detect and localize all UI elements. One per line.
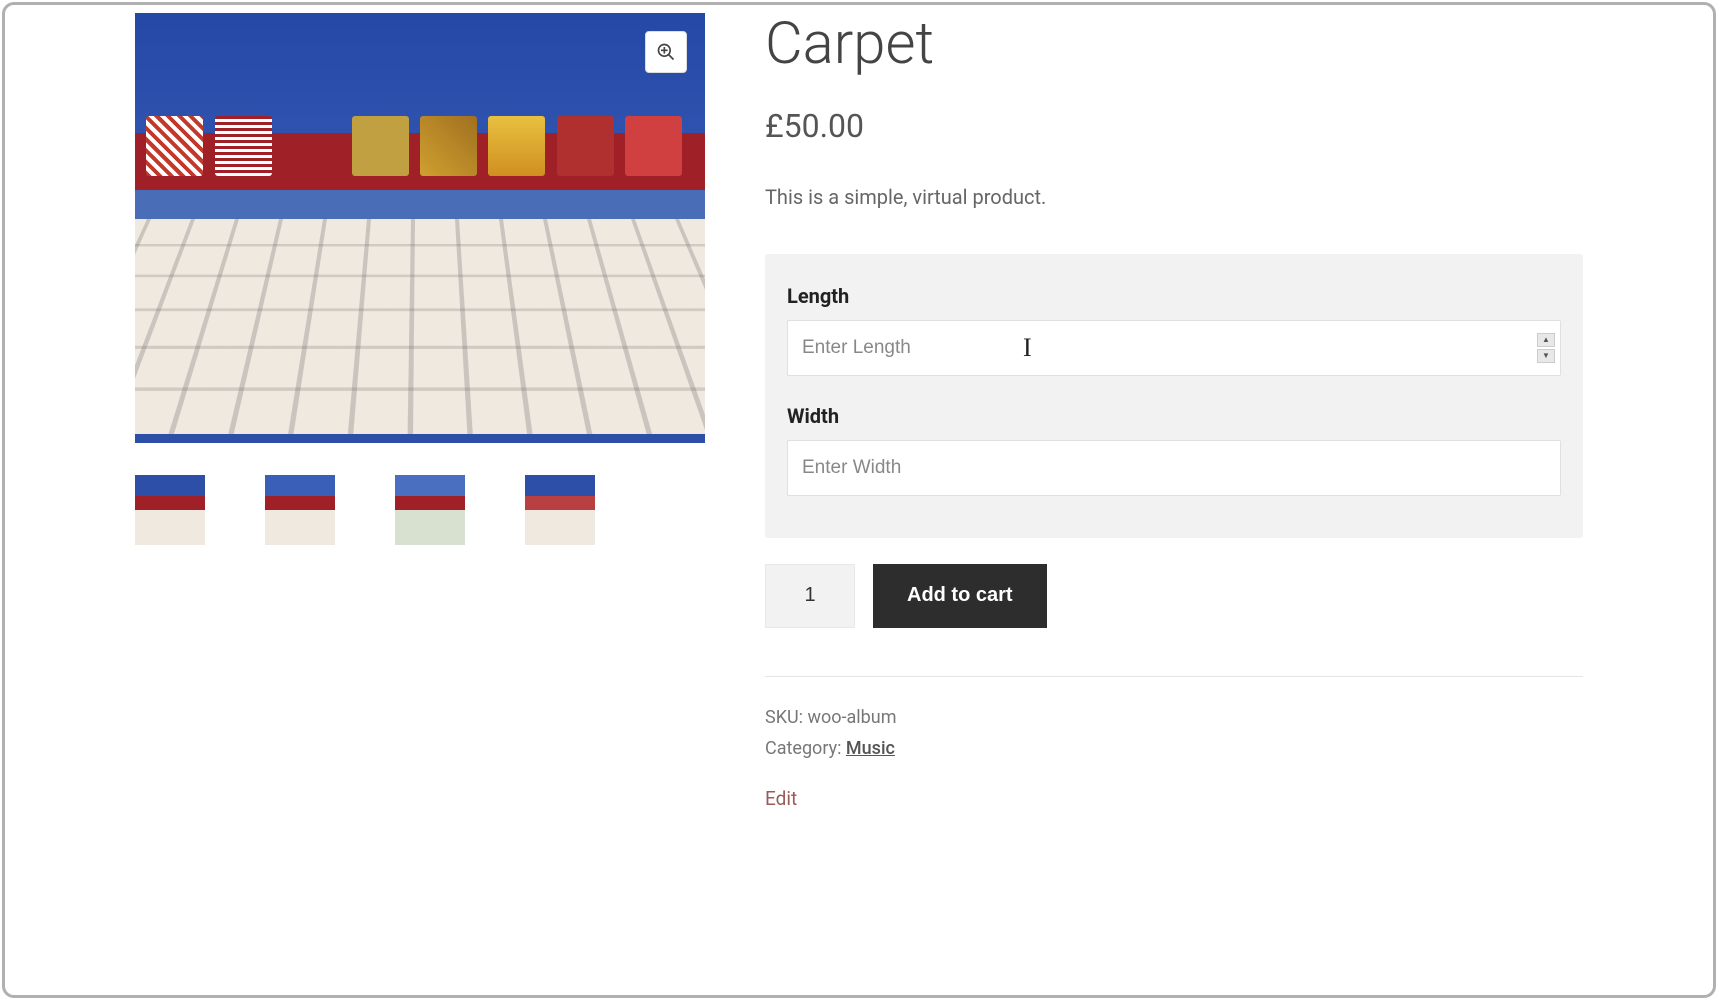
custom-options-box: Length I ▲ ▼ Width	[765, 254, 1583, 538]
product-price: £50.00	[765, 107, 1583, 145]
product-description: This is a simple, virtual product.	[765, 185, 1583, 209]
thumbnail-2[interactable]	[265, 475, 335, 545]
add-to-cart-row: Add to cart	[765, 564, 1583, 628]
edit-link[interactable]: Edit	[765, 787, 797, 810]
length-spinner-up[interactable]: ▲	[1537, 333, 1555, 347]
length-field-wrap: Length I ▲ ▼	[787, 284, 1561, 376]
product-page: Carpet £50.00 This is a simple, virtual …	[2, 2, 1716, 998]
sku-value: woo-album	[807, 707, 896, 728]
product-gallery	[135, 13, 705, 810]
length-spinner: ▲ ▼	[1537, 333, 1555, 363]
sku-label: SKU:	[765, 707, 807, 728]
main-image-wrap	[135, 13, 705, 443]
product-main-image[interactable]	[135, 13, 705, 443]
length-input[interactable]	[787, 320, 1561, 376]
zoom-button[interactable]	[645, 31, 687, 73]
thumbnail-4[interactable]	[525, 475, 595, 545]
thumbnail-row	[135, 475, 705, 545]
meta-divider	[765, 676, 1583, 677]
width-field-wrap: Width	[787, 404, 1561, 496]
sku-line: SKU: woo-album	[765, 707, 1583, 728]
quantity-input[interactable]	[765, 564, 855, 628]
thumbnail-1[interactable]	[135, 475, 205, 545]
thumbnail-3[interactable]	[395, 475, 465, 545]
length-label: Length	[787, 284, 1561, 308]
category-label: Category:	[765, 738, 846, 759]
add-to-cart-button[interactable]: Add to cart	[873, 564, 1047, 628]
category-line: Category: Music	[765, 738, 1583, 759]
product-container: Carpet £50.00 This is a simple, virtual …	[135, 13, 1583, 810]
length-spinner-down[interactable]: ▼	[1537, 349, 1555, 363]
product-title: Carpet	[765, 13, 1583, 77]
zoom-icon	[656, 42, 676, 62]
width-label: Width	[787, 404, 1561, 428]
width-input[interactable]	[787, 440, 1561, 496]
category-link[interactable]: Music	[846, 738, 895, 759]
product-details: Carpet £50.00 This is a simple, virtual …	[765, 13, 1583, 810]
